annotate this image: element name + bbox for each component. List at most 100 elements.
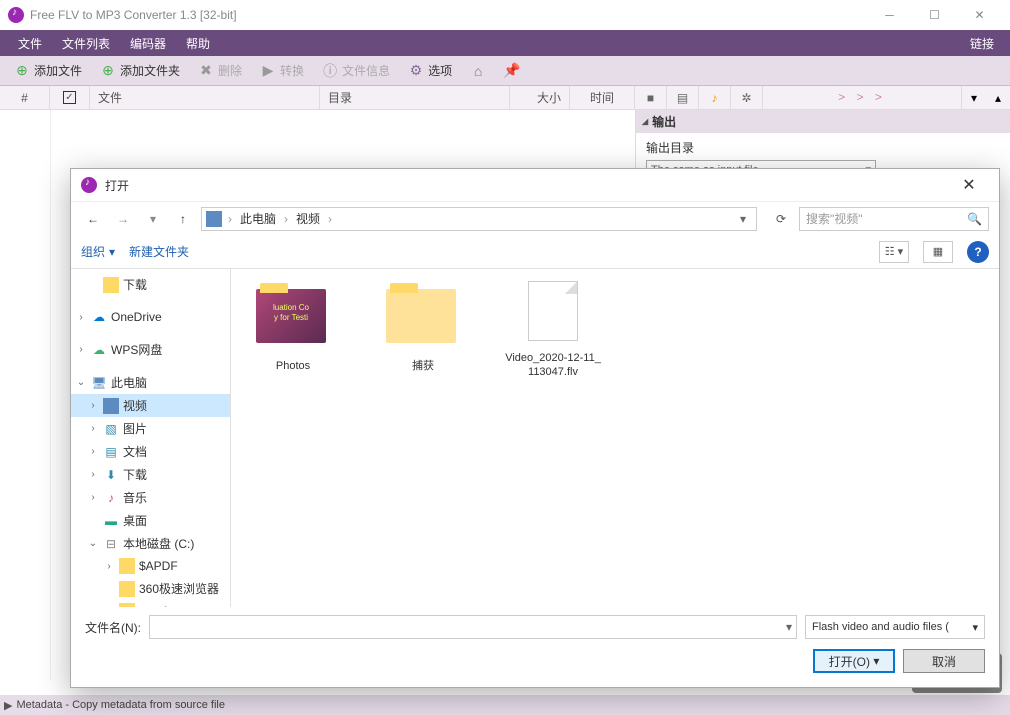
thumb-text: luation Co xyxy=(273,303,309,312)
add-folder-label: 添加文件夹 xyxy=(120,62,180,79)
file-info-button[interactable]: ⓘ文件信息 xyxy=(314,59,398,82)
home-button[interactable]: ⌂ xyxy=(462,60,494,82)
side-tabs: ■ ▤ ♪ ✲ > > > ▾ ▴ xyxy=(635,86,1010,109)
col-size[interactable]: 大小 xyxy=(510,86,570,109)
tree-local-c[interactable]: ⌄⊟本地磁盘 (C:) xyxy=(71,532,230,555)
tree-downloads2[interactable]: ›⬇下载 xyxy=(71,463,230,486)
filename-input[interactable]: ▾ xyxy=(149,615,797,639)
add-folder-button[interactable]: ⊕添加文件夹 xyxy=(92,59,188,82)
side-tab-settings[interactable]: ✲ xyxy=(731,86,763,110)
search-input[interactable]: 搜索"视频" 🔍 xyxy=(799,207,989,231)
tree-label: 下载 xyxy=(123,466,147,483)
tree-videos[interactable]: ›视频 xyxy=(71,394,230,417)
tree-downloads[interactable]: 下载 xyxy=(71,273,230,296)
convert-icon: ▶ xyxy=(260,63,276,79)
col-num[interactable]: # xyxy=(0,86,50,109)
nav-forward-button[interactable]: → xyxy=(111,207,135,231)
chevron-down-icon: ▾ xyxy=(972,621,978,634)
output-header[interactable]: 输出 xyxy=(636,110,1010,133)
toolbar: ⊕添加文件 ⊕添加文件夹 ✖删除 ▶转换 ⓘ文件信息 ⚙选项 ⌂ 📌 xyxy=(0,56,1010,86)
file-info-label: 文件信息 xyxy=(342,62,390,79)
pin-button[interactable]: 📌 xyxy=(496,60,528,82)
tree-pictures[interactable]: ›▧图片 xyxy=(71,417,230,440)
tree-this-pc[interactable]: ⌄🖥此电脑 xyxy=(71,371,230,394)
tree-label: $APDF xyxy=(139,559,178,573)
nav-tree[interactable]: 下载 ›☁OneDrive ›☁WPS网盘 ⌄🖥此电脑 ›视频 ›▧图片 ›▤文… xyxy=(71,269,231,607)
organize-menu[interactable]: 组织▾ xyxy=(81,243,115,260)
nav-recent-button[interactable]: ▾ xyxy=(141,207,165,231)
checkbox-icon: ✓ xyxy=(63,91,76,104)
open-button[interactable]: 打开(O) ▾ xyxy=(813,649,895,673)
side-tab-dropdown[interactable]: ▾ xyxy=(962,86,986,109)
file-video-flv[interactable]: Video_2020-12-11_113047.flv xyxy=(503,281,603,380)
col-dir[interactable]: 目录 xyxy=(320,86,510,109)
menu-encoder[interactable]: 编码器 xyxy=(120,31,176,56)
side-tab-folder[interactable]: ■ xyxy=(635,86,667,110)
minimize-button[interactable]: ─ xyxy=(867,0,912,30)
side-tab-collapse[interactable]: ▴ xyxy=(986,86,1010,109)
tree-documents[interactable]: ›▤文档 xyxy=(71,440,230,463)
side-tab-music[interactable]: ♪ xyxy=(699,86,731,110)
app-icon xyxy=(8,7,24,23)
tree-label: OneDrive xyxy=(111,310,162,324)
view-details-button[interactable]: ▦ xyxy=(923,241,953,263)
menu-link[interactable]: 链接 xyxy=(962,31,1002,56)
add-file-button[interactable]: ⊕添加文件 xyxy=(6,59,90,82)
file-label: Photos xyxy=(243,359,343,373)
tree-apdf[interactable]: ›$APDF xyxy=(71,555,230,577)
desktop-icon: ▬ xyxy=(103,513,119,529)
tree-desktop[interactable]: ▬桌面 xyxy=(71,509,230,532)
tree-wps[interactable]: ›☁WPS网盘 xyxy=(71,338,230,361)
breadcrumb-pc[interactable]: 此电脑 xyxy=(238,210,278,227)
tree-label: 图片 xyxy=(123,420,147,437)
tree-cnwdata[interactable]: ›cnwdata xyxy=(71,600,230,607)
col-checkbox[interactable]: ✓ xyxy=(50,86,90,109)
col-file[interactable]: 文件 xyxy=(90,86,320,109)
folder-capture[interactable]: 捕获 xyxy=(373,281,473,373)
tree-label: 本地磁盘 (C:) xyxy=(123,535,194,552)
window-title: Free FLV to MP3 Converter 1.3 [32-bit] xyxy=(30,8,867,22)
dialog-titlebar: 打开 ✕ xyxy=(71,169,999,201)
breadcrumb-dropdown[interactable]: ▾ xyxy=(734,212,752,226)
menu-help[interactable]: 帮助 xyxy=(176,31,220,56)
filetype-label: Flash video and audio files ( xyxy=(812,621,949,633)
breadcrumb-videos[interactable]: 视频 xyxy=(294,210,322,227)
refresh-button[interactable]: ⟳ xyxy=(769,207,793,231)
side-tab-more[interactable]: > > > xyxy=(763,86,962,109)
home-icon: ⌂ xyxy=(470,63,486,79)
folder-icon xyxy=(103,277,119,293)
file-pane[interactable]: luation Coy for Testi Photos 捕获 Video_20… xyxy=(231,269,999,607)
file-open-dialog: 打开 ✕ ← → ▾ ↑ › 此电脑 › 视频 › ▾ ⟳ 搜索"视频" 🔍 组… xyxy=(70,168,1000,688)
menu-filelist[interactable]: 文件列表 xyxy=(52,31,120,56)
new-folder-button[interactable]: 新建文件夹 xyxy=(129,243,189,260)
options-button[interactable]: ⚙选项 xyxy=(400,59,460,82)
folder-photos[interactable]: luation Coy for Testi Photos xyxy=(243,281,343,373)
tree-onedrive[interactable]: ›☁OneDrive xyxy=(71,306,230,328)
tree-music[interactable]: ›♪音乐 xyxy=(71,486,230,509)
delete-button[interactable]: ✖删除 xyxy=(190,59,250,82)
nav-back-button[interactable]: ← xyxy=(81,207,105,231)
view-icons-button[interactable]: ☷ ▾ xyxy=(879,241,909,263)
help-button[interactable]: ? xyxy=(967,241,989,263)
filetype-select[interactable]: Flash video and audio files ( ▾ xyxy=(805,615,985,639)
pin-icon: 📌 xyxy=(504,63,520,79)
close-button[interactable]: ✕ xyxy=(957,0,1002,30)
tree-label: 文档 xyxy=(123,443,147,460)
videos-folder-icon xyxy=(206,211,222,227)
menu-file[interactable]: 文件 xyxy=(8,31,52,56)
status-text: Metadata - Copy metadata from source fil… xyxy=(16,699,224,711)
col-time[interactable]: 时间 xyxy=(570,86,635,109)
maximize-button[interactable]: ☐ xyxy=(912,0,957,30)
side-tab-doc[interactable]: ▤ xyxy=(667,86,699,110)
convert-button[interactable]: ▶转换 xyxy=(252,59,312,82)
breadcrumb[interactable]: › 此电脑 › 视频 › ▾ xyxy=(201,207,757,231)
nav-up-button[interactable]: ↑ xyxy=(171,207,195,231)
tree-360browser[interactable]: 360极速浏览器 xyxy=(71,577,230,600)
video-icon xyxy=(103,398,119,414)
dialog-close-button[interactable]: ✕ xyxy=(949,169,989,201)
download-icon: ⬇ xyxy=(103,467,119,483)
music-icon: ♪ xyxy=(103,490,119,506)
chevron-down-icon: ▾ xyxy=(786,620,792,634)
dialog-body: 下载 ›☁OneDrive ›☁WPS网盘 ⌄🖥此电脑 ›视频 ›▧图片 ›▤文… xyxy=(71,269,999,607)
cancel-button[interactable]: 取消 xyxy=(903,649,985,673)
